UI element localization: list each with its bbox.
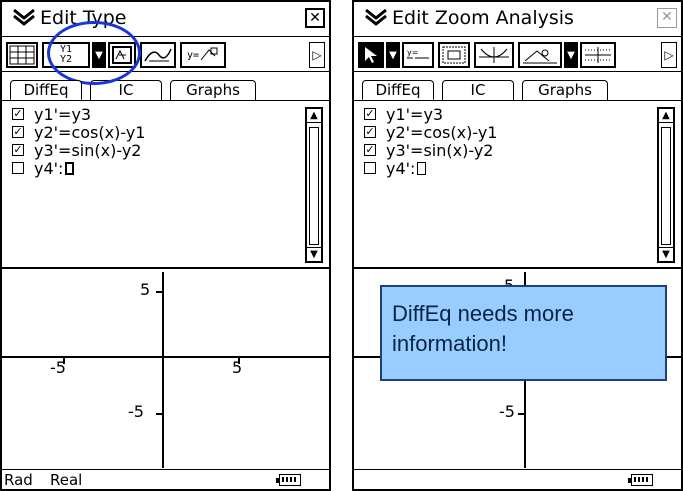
tab-bar: DiffEq IC Graphs bbox=[2, 73, 329, 101]
checked-checkbox-icon[interactable]: ✓ bbox=[12, 126, 24, 138]
highlight-circle bbox=[47, 21, 141, 85]
equation-row[interactable]: y4': bbox=[364, 158, 427, 178]
trace-icon[interactable]: y= bbox=[402, 42, 434, 68]
number-mode[interactable]: Real bbox=[50, 471, 82, 489]
vertical-scrollbar[interactable]: ▲ ▼ bbox=[305, 107, 323, 263]
text-cursor bbox=[65, 161, 75, 175]
error-message-box: DiffEq needs more information! bbox=[380, 285, 667, 381]
equation-row[interactable]: ✓ y2'=cos(x)-y1 bbox=[12, 122, 146, 142]
equation-text: y2'=cos(x)-y1 bbox=[34, 122, 146, 142]
checked-checkbox-icon[interactable]: ✓ bbox=[12, 144, 24, 156]
menu-bar: Edit Zoom Analysis ✕ bbox=[354, 2, 681, 37]
y-tick-label: -5 bbox=[128, 402, 144, 421]
toolbar-scroll-right-icon[interactable]: ▷ bbox=[309, 42, 325, 68]
equation-row[interactable]: ✓ y3'=sin(x)-y2 bbox=[12, 140, 142, 160]
y-tick-label: 5 bbox=[140, 280, 151, 299]
cursor-pointer-icon[interactable] bbox=[358, 42, 384, 68]
equation-text: y4': bbox=[386, 158, 416, 178]
equation-text: y2'=cos(x)-y1 bbox=[386, 122, 498, 142]
graph-axes-icon[interactable] bbox=[474, 42, 514, 68]
toolbar: ▼ y= ▼ ▷ bbox=[354, 38, 681, 72]
equation-row[interactable]: ✓ y3'=sin(x)-y2 bbox=[364, 140, 494, 160]
equation-list: ✓ y1'=y3 ✓ y2'=cos(x)-y1 ✓ y3'=sin(x)-y2 y4… bbox=[2, 101, 329, 269]
equation-row[interactable]: ✓ y2'=cos(x)-y1 bbox=[364, 122, 498, 142]
close-button[interactable]: ✕ bbox=[657, 8, 677, 28]
equation-row[interactable]: ✓ y1'=y3 bbox=[12, 104, 92, 124]
equation-row[interactable]: ✓ y1'=y3 bbox=[364, 104, 444, 124]
empty-field-box[interactable] bbox=[417, 161, 427, 175]
grid-view-icon[interactable] bbox=[580, 42, 616, 68]
scroll-down-icon[interactable]: ▼ bbox=[307, 247, 321, 261]
equation-list: ✓ y1'=y3 ✓ y2'=cos(x)-y1 ✓ y3'=sin(x)-y2 y4… bbox=[354, 101, 681, 269]
menu-bar: Edit Type ✕ bbox=[2, 2, 329, 37]
menu-items[interactable]: Edit Zoom Analysis bbox=[392, 7, 574, 29]
scroll-thumb[interactable] bbox=[661, 127, 671, 245]
table-icon[interactable] bbox=[6, 42, 38, 68]
equation-text: y1'=y3 bbox=[386, 104, 444, 124]
svg-text:y=: y= bbox=[407, 48, 418, 57]
right-calculator-screen: Edit Zoom Analysis ✕ ▼ y= ▼ ▷ DiffEq IC … bbox=[352, 0, 683, 491]
unchecked-checkbox-icon[interactable] bbox=[12, 162, 24, 174]
checked-checkbox-icon[interactable]: ✓ bbox=[364, 144, 376, 156]
checked-checkbox-icon[interactable]: ✓ bbox=[364, 108, 376, 120]
equation-text: y3'=sin(x)-y2 bbox=[386, 140, 494, 160]
tab-graphs[interactable]: Graphs bbox=[170, 80, 256, 100]
vertical-scrollbar[interactable]: ▲ ▼ bbox=[657, 107, 675, 263]
y-tick-label: -5 bbox=[499, 402, 515, 421]
equation-text: y4': bbox=[34, 158, 64, 178]
left-calculator-screen: Edit Type ✕ Y1 Y2 ▼ y= ▷ DiffEq IC Graph… bbox=[0, 0, 331, 491]
status-bar: Rad Real bbox=[2, 469, 329, 489]
y-axis bbox=[162, 272, 164, 468]
scroll-up-icon[interactable]: ▲ bbox=[659, 109, 673, 123]
unchecked-checkbox-icon[interactable] bbox=[364, 162, 376, 174]
close-button[interactable]: ✕ bbox=[305, 8, 325, 28]
tab-graphs[interactable]: Graphs bbox=[522, 80, 608, 100]
tab-bar: DiffEq IC Graphs bbox=[354, 73, 681, 101]
tab-diffeq[interactable]: DiffEq bbox=[10, 80, 82, 100]
battery-icon bbox=[276, 474, 301, 486]
equation-text: y3'=sin(x)-y2 bbox=[34, 140, 142, 160]
equation-text: y1'=y3 bbox=[34, 104, 92, 124]
checked-checkbox-icon[interactable]: ✓ bbox=[364, 126, 376, 138]
tab-ic[interactable]: IC bbox=[442, 80, 514, 100]
scroll-thumb[interactable] bbox=[309, 127, 319, 245]
scroll-up-icon[interactable]: ▲ bbox=[307, 109, 321, 123]
sketch-icon[interactable] bbox=[518, 42, 562, 68]
dropdown-arrow-icon[interactable]: ▼ bbox=[386, 42, 400, 68]
dropdown-arrow-icon[interactable]: ▼ bbox=[564, 42, 578, 68]
graph-curve-icon[interactable] bbox=[140, 42, 176, 68]
toolbar-scroll-right-icon[interactable]: ▷ bbox=[661, 42, 677, 68]
checked-checkbox-icon[interactable]: ✓ bbox=[12, 108, 24, 120]
tab-diffeq[interactable]: DiffEq bbox=[362, 80, 434, 100]
scroll-down-icon[interactable]: ▼ bbox=[659, 247, 673, 261]
equation-row[interactable]: y4': bbox=[12, 158, 75, 178]
zoom-box-icon[interactable] bbox=[438, 42, 470, 68]
chevron-down-icon[interactable] bbox=[364, 8, 388, 26]
angle-mode[interactable]: Rad bbox=[4, 471, 33, 489]
battery-icon bbox=[628, 474, 653, 486]
chevron-down-icon[interactable] bbox=[12, 8, 36, 26]
y-equals-icon[interactable]: y= bbox=[180, 42, 226, 68]
y-equals-label: y= bbox=[186, 49, 200, 61]
graph-window[interactable]: 5 -5 5 -5 bbox=[2, 272, 329, 468]
status-bar bbox=[354, 469, 681, 489]
